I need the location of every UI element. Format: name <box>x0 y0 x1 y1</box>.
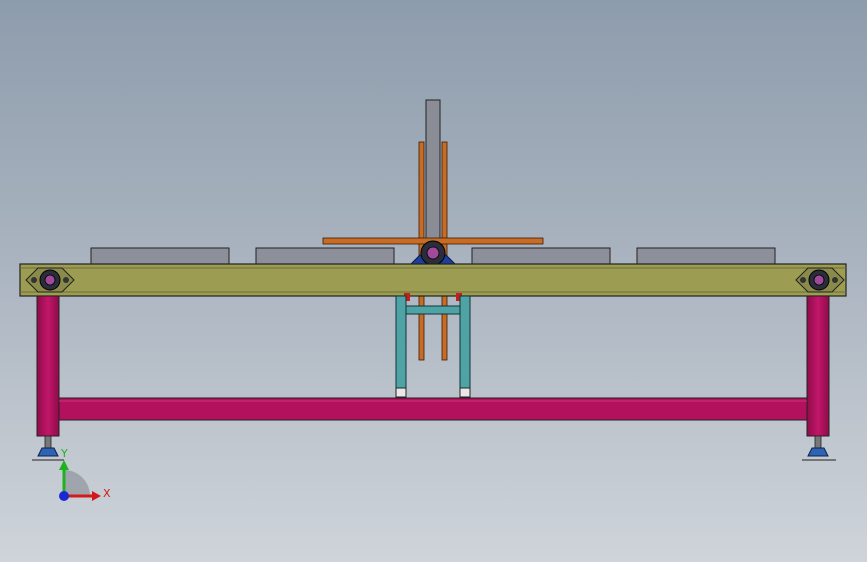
x-axis-label: X <box>103 487 111 500</box>
cad-viewport[interactable]: Y X <box>0 0 867 562</box>
pivot-shaft <box>426 246 440 260</box>
vertical-column[interactable] <box>425 99 441 251</box>
right-leg[interactable] <box>806 295 830 437</box>
z-axis-dot <box>59 491 69 501</box>
triad-arc <box>64 470 90 496</box>
carrier-block-3[interactable] <box>471 247 611 265</box>
conveyor-plate[interactable] <box>19 263 847 297</box>
center-support-frame[interactable] <box>395 295 471 398</box>
coordinate-triad[interactable]: Y X <box>59 447 111 501</box>
carrier-block-2[interactable] <box>255 247 395 265</box>
y-arrow-head <box>59 460 69 470</box>
left-leg[interactable] <box>36 295 60 437</box>
x-arrow-head <box>92 491 101 501</box>
right-leveling-foot[interactable] <box>802 435 836 461</box>
carrier-block-1[interactable] <box>90 247 230 265</box>
y-axis-label: Y <box>60 447 68 460</box>
carrier-block-4[interactable] <box>636 247 776 265</box>
left-leveling-foot[interactable] <box>32 435 64 461</box>
assembly-drawing[interactable]: Y X <box>0 0 867 562</box>
